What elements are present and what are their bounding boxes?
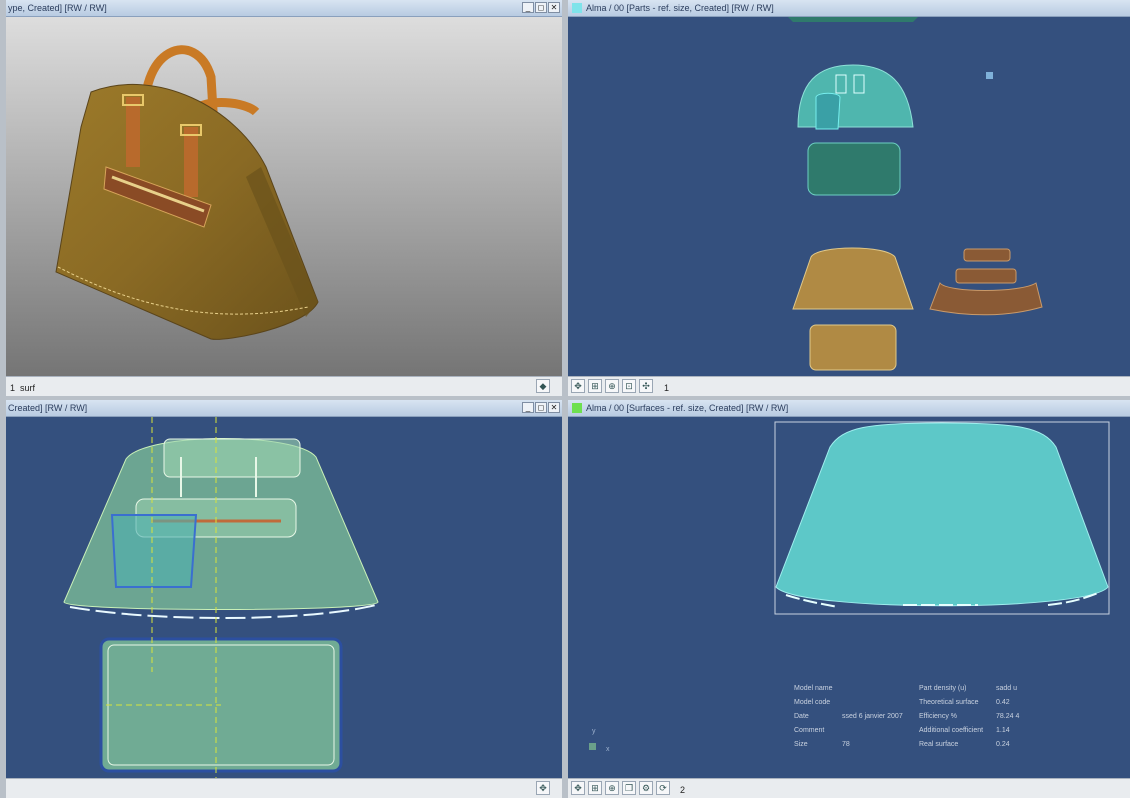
status-index: 1	[10, 383, 16, 393]
summary-value: sadd u	[996, 685, 1018, 692]
window-color-indicator	[572, 3, 582, 13]
summary-label: Part density (u)	[919, 685, 967, 692]
summary-label: Model code	[794, 699, 831, 706]
axis-y-label: y	[592, 728, 596, 735]
nest-icon[interactable]: ⚙	[639, 781, 653, 795]
status-bar: 1 surf ◆	[6, 376, 562, 396]
bag-3d-render	[55, 45, 319, 340]
close-button[interactable]: ✕	[548, 2, 560, 13]
summary-label: Real surface	[919, 741, 959, 748]
copy-icon[interactable]: ❐	[622, 781, 636, 795]
summary-value: 1.14	[996, 727, 1010, 734]
status-name: surf	[20, 383, 36, 393]
status-bar: ✥ ⊞ ⊕ ❐ ⚙ ⟳ 2	[568, 778, 1130, 798]
title-bar[interactable]: Alma / 00 [Surfaces - ref. size, Created…	[568, 400, 1130, 417]
surfaces-viewport[interactable]: y x Model name Part density (u) sadd u M…	[568, 417, 1130, 779]
window-surfaces[interactable]: Alma / 00 [Surfaces - ref. size, Created…	[568, 400, 1130, 798]
pan-icon[interactable]: ✥	[571, 781, 585, 795]
window-parts[interactable]: Alma / 00 [Parts - ref. size, Created] […	[568, 0, 1130, 396]
axis-x-label: x	[606, 746, 610, 753]
title-bar[interactable]: Alma / 00 [Parts - ref. size, Created] […	[568, 0, 1130, 17]
status-bar: ✥	[6, 778, 562, 798]
refresh-icon[interactable]: ⟳	[656, 781, 670, 795]
minimize-button[interactable]: _	[522, 402, 534, 413]
zoom-icon[interactable]: ⊕	[605, 379, 619, 393]
summary-value: 78	[842, 741, 850, 748]
parts-viewport[interactable]	[568, 17, 1130, 377]
window-title: ype, Created] [RW / RW]	[8, 3, 107, 13]
window-title: Alma / 00 [Parts - ref. size, Created] […	[586, 3, 774, 13]
minimize-button[interactable]: _	[522, 2, 534, 13]
window-title: Created] [RW / RW]	[8, 403, 88, 413]
summary-value: ssed 6 janvier 2007	[842, 713, 903, 720]
summary-table: Model name Part density (u) sadd u Model…	[794, 685, 1024, 765]
window-pattern[interactable]: Created] [RW / RW] _ ◻ ✕ ✥	[6, 400, 562, 798]
summary-label: Date	[794, 713, 809, 720]
pattern-canvas	[63, 417, 379, 779]
close-button[interactable]: ✕	[548, 402, 560, 413]
render-mode-icon[interactable]: ◆	[536, 379, 550, 393]
rotate-icon[interactable]: ✣	[639, 379, 653, 393]
layer-icon[interactable]: ✥	[536, 781, 550, 795]
title-bar[interactable]: ype, Created] [RW / RW] _ ◻ ✕	[6, 0, 562, 17]
window-3d-view[interactable]: ype, Created] [RW / RW] _ ◻ ✕ 1 surf ◆	[6, 0, 562, 396]
3d-viewport[interactable]	[6, 17, 562, 377]
restore-button[interactable]: ◻	[535, 2, 547, 13]
summary-label: Size	[794, 741, 808, 748]
summary-label: Model name	[794, 685, 833, 692]
zoom-icon[interactable]: ⊕	[605, 781, 619, 795]
summary-label: Additional coefficient	[919, 727, 984, 734]
window-color-indicator	[572, 403, 582, 413]
status-bar: ✥ ⊞ ⊕ ⊡ ✣ 1	[568, 376, 1130, 396]
pan-icon[interactable]: ✥	[571, 379, 585, 393]
window-title: Alma / 00 [Surfaces - ref. size, Created…	[586, 403, 789, 413]
title-bar[interactable]: Created] [RW / RW] _ ◻ ✕	[6, 400, 562, 417]
fit-icon[interactable]: ⊡	[622, 379, 636, 393]
summary-value: 0.42	[996, 699, 1010, 706]
summary-value: 0.24	[996, 741, 1010, 748]
summary-label: Theoretical surface	[919, 699, 979, 706]
pattern-viewport[interactable]	[6, 417, 562, 779]
zoom-window-icon[interactable]: ⊞	[588, 781, 602, 795]
summary-value: 78.24 4	[996, 713, 1020, 720]
parts-canvas	[788, 17, 1043, 371]
summary-label: Efficiency %	[919, 713, 957, 720]
status-index: 1	[664, 383, 670, 393]
status-index: 2	[680, 785, 686, 795]
restore-button[interactable]: ◻	[535, 402, 547, 413]
zoom-window-icon[interactable]: ⊞	[588, 379, 602, 393]
summary-label: Comment	[794, 727, 825, 734]
